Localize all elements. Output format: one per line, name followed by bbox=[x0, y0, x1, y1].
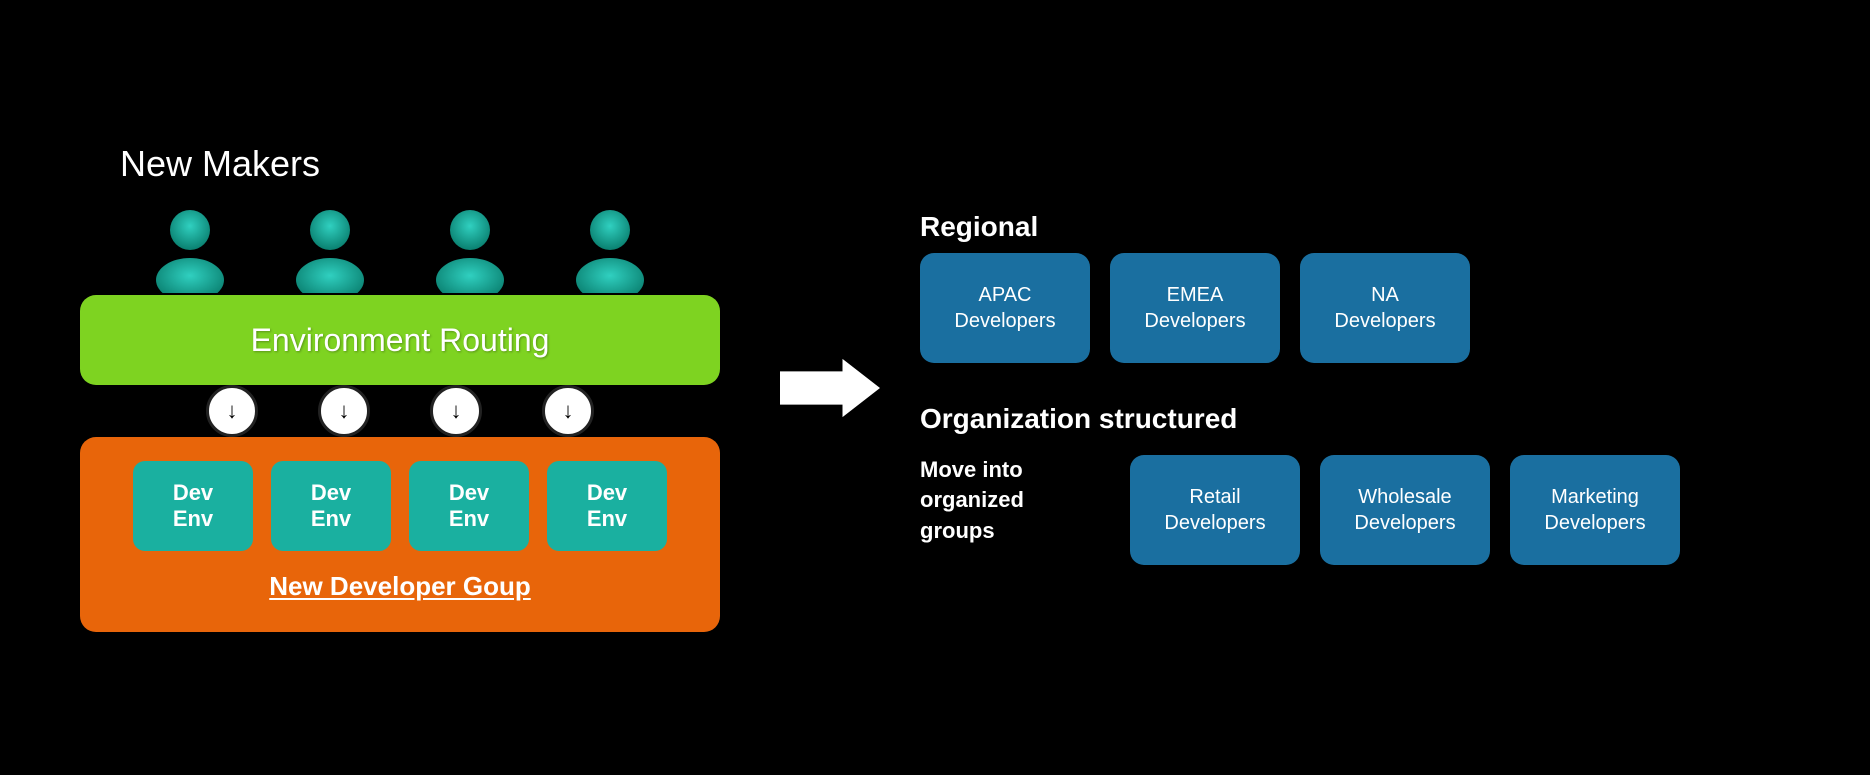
people-row bbox=[150, 205, 650, 295]
emea-card: EMEADevelopers bbox=[1110, 253, 1280, 363]
apac-card: APACDevelopers bbox=[920, 253, 1090, 363]
arrow-down-3: ↓ bbox=[451, 400, 462, 422]
person-svg-4 bbox=[570, 208, 650, 293]
person-icon-4 bbox=[570, 205, 650, 295]
arrows-row: ↓ ↓ ↓ ↓ bbox=[206, 385, 594, 437]
dev-env-1: DevEnv bbox=[133, 461, 253, 551]
arrow-circle-4: ↓ bbox=[542, 385, 594, 437]
dev-env-4: DevEnv bbox=[547, 461, 667, 551]
person-icon-1 bbox=[150, 205, 230, 295]
regional-title: Regional bbox=[920, 211, 1810, 243]
wholesale-card: WholesaleDevelopers bbox=[1320, 455, 1490, 565]
right-section: Regional APACDevelopers EMEADevelopers N… bbox=[920, 211, 1810, 565]
dev-env-label-4: DevEnv bbox=[587, 480, 627, 533]
left-section: New Makers bbox=[60, 143, 740, 632]
arrow-down-1: ↓ bbox=[227, 400, 238, 422]
org-title: Organization structured bbox=[920, 403, 1810, 435]
diagram-container: New Makers bbox=[0, 0, 1870, 775]
person-svg-3 bbox=[430, 208, 510, 293]
arrow-down-4: ↓ bbox=[563, 400, 574, 422]
right-arrow-icon bbox=[780, 348, 880, 428]
arrow-circle-3: ↓ bbox=[430, 385, 482, 437]
dev-envs-row: DevEnv DevEnv DevEnv DevEnv bbox=[133, 461, 667, 551]
wholesale-label: WholesaleDevelopers bbox=[1354, 484, 1455, 536]
new-makers-title: New Makers bbox=[120, 143, 320, 185]
dev-env-label-1: DevEnv bbox=[173, 480, 213, 533]
dev-env-2: DevEnv bbox=[271, 461, 391, 551]
person-svg-1 bbox=[150, 208, 230, 293]
org-cards-row: RetailDevelopers WholesaleDevelopers Mar… bbox=[1130, 455, 1680, 565]
move-label: Move intoorganizedgroups bbox=[920, 455, 1100, 547]
retail-label: RetailDevelopers bbox=[1164, 484, 1265, 536]
emea-label: EMEADevelopers bbox=[1144, 282, 1245, 334]
org-section: Organization structured Move intoorganiz… bbox=[920, 403, 1810, 565]
org-row: Move intoorganizedgroups RetailDeveloper… bbox=[920, 455, 1810, 565]
marketing-card: MarketingDevelopers bbox=[1510, 455, 1680, 565]
regional-section: Regional APACDevelopers EMEADevelopers N… bbox=[920, 211, 1810, 363]
group-label: New Developer Goup bbox=[269, 571, 531, 602]
regional-cards-row: APACDevelopers EMEADevelopers NADevelope… bbox=[920, 253, 1810, 363]
na-card: NADevelopers bbox=[1300, 253, 1470, 363]
routing-box: Environment Routing bbox=[80, 295, 720, 385]
arrow-down-2: ↓ bbox=[339, 400, 350, 422]
dev-env-3: DevEnv bbox=[409, 461, 529, 551]
apac-label: APACDevelopers bbox=[954, 282, 1055, 334]
orange-box: DevEnv DevEnv DevEnv DevEnv New Develope… bbox=[80, 437, 720, 632]
big-arrow bbox=[780, 348, 880, 428]
retail-card: RetailDevelopers bbox=[1130, 455, 1300, 565]
dev-env-label-3: DevEnv bbox=[449, 480, 489, 533]
dev-env-label-2: DevEnv bbox=[311, 480, 351, 533]
arrow-circle-2: ↓ bbox=[318, 385, 370, 437]
arrow-circle-1: ↓ bbox=[206, 385, 258, 437]
marketing-label: MarketingDevelopers bbox=[1544, 484, 1645, 536]
routing-box-label: Environment Routing bbox=[251, 322, 550, 359]
na-label: NADevelopers bbox=[1334, 282, 1435, 334]
person-svg-2 bbox=[290, 208, 370, 293]
person-icon-3 bbox=[430, 205, 510, 295]
person-icon-2 bbox=[290, 205, 370, 295]
